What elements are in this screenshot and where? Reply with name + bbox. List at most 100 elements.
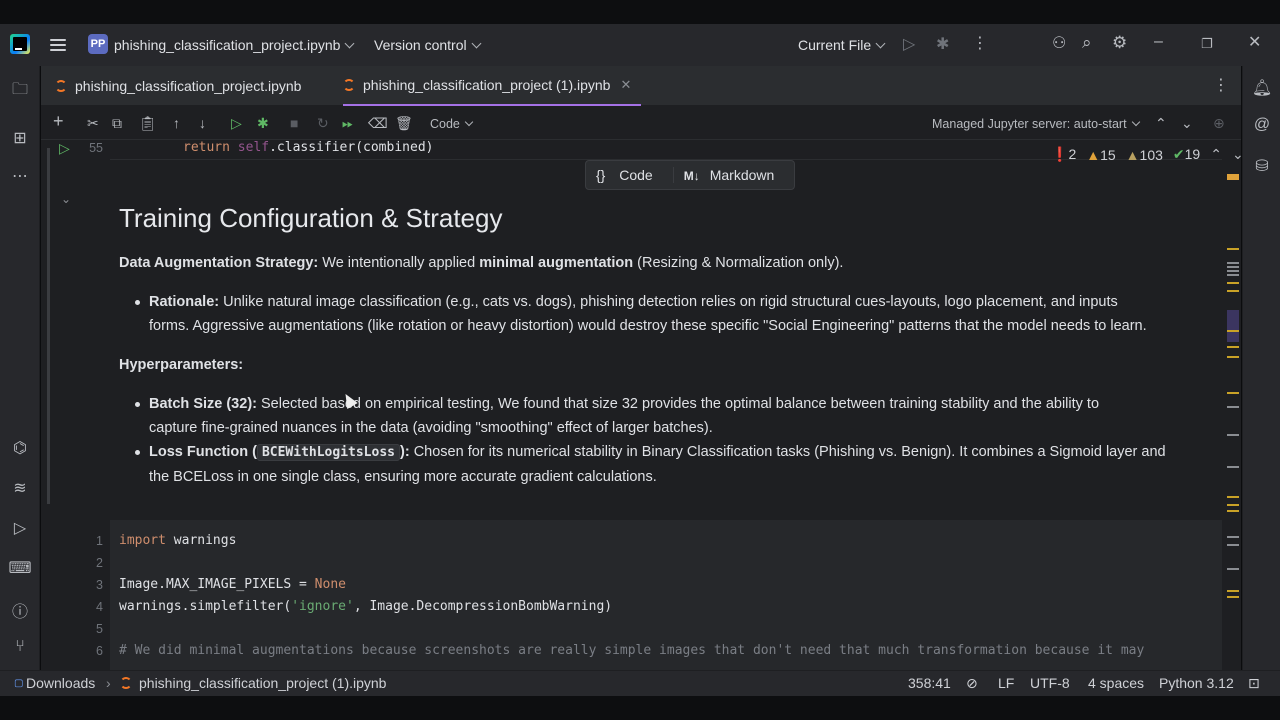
- code-line[interactable]: warnings.simplefilter('ignore', Image.De…: [119, 599, 612, 614]
- next-cell-icon[interactable]: ⌄: [1181, 115, 1193, 131]
- run-cell-icon[interactable]: ▷: [59, 140, 70, 157]
- code-line[interactable]: Image.MAX_IMAGE_PIXELS = None: [119, 577, 346, 592]
- notifications-bell-icon[interactable]: 🔔︎: [1242, 78, 1280, 98]
- pycharm-logo-icon: [10, 34, 30, 54]
- version-control-label: Version control: [374, 37, 467, 53]
- python-console-icon[interactable]: ⌬: [0, 438, 40, 458]
- markdown-icon: M↓: [683, 169, 700, 183]
- cell-type-label: Code: [430, 117, 460, 131]
- minimize-icon[interactable]: –: [1154, 34, 1163, 50]
- layers-icon[interactable]: ≋: [0, 478, 40, 498]
- bullet: [135, 402, 140, 407]
- tab-label: phishing_classification_project.ipynb: [75, 78, 302, 94]
- title-bar: PP phishing_classification_project.ipynb…: [0, 24, 1280, 66]
- cursor-position[interactable]: 358:41: [908, 675, 951, 691]
- code-line[interactable]: import warnings: [119, 533, 236, 548]
- prev-problem-icon[interactable]: ⌃: [1210, 146, 1222, 163]
- globe-icon[interactable]: ⊕: [1213, 115, 1225, 131]
- inline-code: BCEWithLogitsLoss: [256, 444, 400, 461]
- screen-top-edge: [0, 0, 1280, 24]
- project-name: phishing_classification_project.ipynb: [114, 37, 341, 53]
- python-interpreter[interactable]: Python 3.12: [1159, 675, 1234, 691]
- stop-kernel-icon[interactable]: ■: [290, 115, 298, 131]
- run-config-label: Current File: [798, 37, 872, 53]
- add-cell-popup: {} Code M↓ Markdown: [585, 160, 796, 190]
- copy-cell-icon[interactable]: ⧉: [112, 115, 122, 131]
- debug-icon[interactable]: ✱: [936, 37, 949, 53]
- clear-outputs-icon[interactable]: ⌫: [368, 115, 388, 131]
- version-control-menu[interactable]: Version control: [374, 37, 482, 53]
- problems-icon[interactable]: ⓘ: [0, 598, 40, 622]
- error-count: ❗2: [1051, 146, 1077, 162]
- tab-options-icon[interactable]: ⋮: [1213, 78, 1229, 94]
- structure-icon[interactable]: ⊞: [0, 128, 40, 148]
- loss-function-item: Loss Function (BCEWithLogitsLoss): Chose…: [149, 444, 1166, 485]
- jupyter-file-icon: [120, 677, 132, 689]
- delete-cell-icon[interactable]: 🗑︎: [395, 115, 413, 131]
- project-badge[interactable]: PP: [88, 34, 108, 54]
- git-icon[interactable]: ⑂: [0, 638, 40, 656]
- services-icon[interactable]: ▷: [0, 518, 40, 538]
- tab-notebook[interactable]: phishing_classification_project.ipynb: [55, 66, 301, 106]
- main-menu-icon[interactable]: [50, 36, 66, 52]
- collapse-cell-icon[interactable]: ⌄: [61, 192, 71, 206]
- chevron-down-icon: [875, 38, 886, 49]
- maximize-icon[interactable]: ❐: [1201, 36, 1213, 52]
- line-number: 2: [96, 556, 103, 570]
- more-tools-icon[interactable]: ⋯: [0, 166, 40, 186]
- add-cell-icon[interactable]: +: [53, 112, 64, 130]
- code-comment[interactable]: # We did minimal augmentations because s…: [119, 643, 1144, 658]
- run-cell-icon[interactable]: ▷: [231, 115, 242, 131]
- weak-warning-icon: ▲: [1125, 146, 1140, 163]
- settings-gear-icon[interactable]: ⚙: [1112, 34, 1127, 51]
- add-user-icon[interactable]: ⚇: [1052, 36, 1066, 52]
- database-icon[interactable]: ⛁: [1242, 156, 1280, 176]
- chevron-down-icon: [464, 117, 474, 127]
- line-number: 1: [96, 534, 103, 548]
- editor-tab-bar: phishing_classification_project.ipynb ph…: [41, 66, 1241, 106]
- cell-type-select[interactable]: Code: [430, 116, 474, 132]
- paste-cell-icon[interactable]: 📋︎: [139, 115, 157, 131]
- close-tab-icon[interactable]: ✕: [620, 77, 631, 93]
- close-window-icon[interactable]: ✕: [1248, 35, 1261, 51]
- move-down-icon[interactable]: ↓: [199, 115, 206, 131]
- status-bar: ▢ Downloads › phishing_classification_pr…: [0, 670, 1280, 696]
- cut-cell-icon[interactable]: ✂: [87, 115, 99, 131]
- project-folder-icon[interactable]: 🗀: [0, 78, 40, 105]
- add-code-cell-button[interactable]: {} Code: [586, 167, 673, 183]
- line-separator[interactable]: LF: [998, 675, 1014, 691]
- breadcrumb-file[interactable]: phishing_classification_project (1).ipyn…: [139, 675, 386, 691]
- bullet: [135, 450, 140, 455]
- read-only-lock-icon[interactable]: ⊡: [1248, 675, 1260, 692]
- ai-assistant-icon[interactable]: @: [1242, 116, 1280, 134]
- rationale-item: Rationale: Unlike natural image classifi…: [149, 294, 1147, 334]
- jupyter-server-label: Managed Jupyter server: auto-start: [932, 117, 1127, 131]
- move-up-icon[interactable]: ↑: [173, 115, 180, 131]
- notebook-editor[interactable]: ▷ 55 return self.classifier(combined) {}…: [41, 140, 1241, 670]
- run-all-icon[interactable]: ⏩︎: [342, 115, 353, 131]
- line-number: 5: [96, 622, 103, 636]
- add-code-label: Code: [619, 167, 653, 183]
- editor-scrollbar[interactable]: [1225, 170, 1241, 670]
- check-icon: ✔: [1172, 146, 1185, 162]
- next-problem-icon[interactable]: ⌄: [1232, 146, 1241, 163]
- no-indexing-icon[interactable]: ⊘: [966, 675, 978, 692]
- breadcrumb-root[interactable]: Downloads: [26, 675, 95, 691]
- line-number: 55: [89, 141, 103, 155]
- debug-cell-icon[interactable]: ✱: [257, 115, 269, 131]
- run-config-selector[interactable]: Current File: [798, 37, 886, 53]
- more-actions-icon[interactable]: ⋮: [972, 36, 988, 52]
- file-encoding[interactable]: UTF-8: [1030, 675, 1070, 691]
- jupyter-server-select[interactable]: Managed Jupyter server: auto-start: [932, 116, 1140, 132]
- search-icon[interactable]: ⌕: [1082, 34, 1092, 51]
- run-icon[interactable]: ▷: [903, 37, 915, 53]
- project-selector[interactable]: phishing_classification_project.ipynb: [114, 37, 355, 53]
- prev-cell-icon[interactable]: ⌃: [1155, 115, 1167, 131]
- inspections-widget[interactable]: ❗2 ▲15 ▲103 ✔19 ⌃ ⌄: [1051, 146, 1241, 163]
- restart-kernel-icon[interactable]: ↻: [317, 115, 329, 131]
- indent-setting[interactable]: 4 spaces: [1088, 675, 1144, 691]
- tab-notebook-copy[interactable]: phishing_classification_project (1).ipyn…: [343, 66, 642, 106]
- add-markdown-cell-button[interactable]: M↓ Markdown: [672, 167, 795, 183]
- notebook-toolbar: + ✂ ⧉ 📋︎ ↑ ↓ ▷ ✱ ■ ↻ ⏩︎ ⌫ 🗑︎ Code Manage…: [41, 106, 1241, 140]
- terminal-icon[interactable]: ⌨: [0, 558, 40, 578]
